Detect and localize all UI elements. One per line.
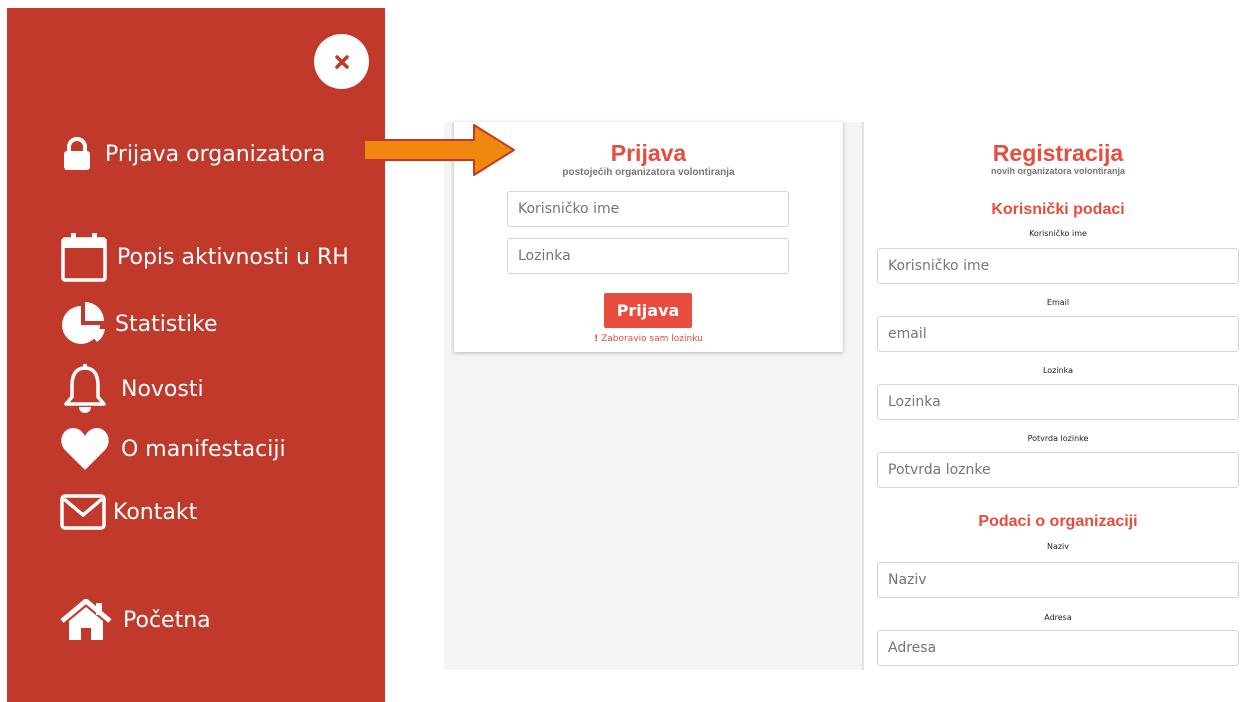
forgot-password-link[interactable]: ! Zaboravio sam lozinku bbox=[454, 334, 843, 344]
sidebar-item-statistike[interactable]: Statistike bbox=[59, 302, 218, 346]
sidebar-item-label: Novosti bbox=[121, 376, 204, 402]
home-icon bbox=[59, 598, 113, 642]
sidebar-menu: Prijava organizatora Popis aktivnosti u … bbox=[7, 8, 385, 702]
reg-org-name-input[interactable] bbox=[877, 562, 1239, 598]
login-username-input[interactable] bbox=[507, 191, 789, 227]
username-label: Korisničko ime bbox=[1029, 229, 1087, 238]
user-data-heading: Korisnički podaci bbox=[991, 201, 1125, 218]
sidebar-item-o-manifestaciji[interactable]: O manifestaciji bbox=[59, 426, 286, 472]
registration-subtitle: novih organizatora volontiranja bbox=[990, 166, 1125, 176]
sidebar-item-pocetna[interactable]: Početna bbox=[59, 598, 211, 642]
reg-password-confirm-input[interactable] bbox=[877, 452, 1239, 488]
close-menu-button[interactable] bbox=[314, 34, 369, 89]
sidebar-item-label: Kontakt bbox=[113, 499, 198, 525]
registration-title: Registracija bbox=[992, 140, 1124, 166]
sidebar-item-label: Statistike bbox=[115, 311, 218, 337]
reg-password-input[interactable] bbox=[877, 384, 1239, 420]
reg-username-input[interactable] bbox=[877, 248, 1239, 284]
bell-icon bbox=[59, 364, 111, 414]
login-password-input[interactable] bbox=[507, 238, 789, 274]
email-label: Email bbox=[1046, 298, 1070, 307]
close-icon bbox=[334, 54, 349, 69]
sidebar-item-label: Prijava organizatora bbox=[105, 141, 326, 167]
sidebar-item-kontakt[interactable]: Kontakt bbox=[59, 492, 197, 532]
panel-divider bbox=[862, 122, 864, 670]
sidebar-item-label: Popis aktivnosti u RH bbox=[117, 244, 349, 270]
calendar-icon bbox=[59, 230, 109, 284]
org-name-label: Naziv bbox=[1046, 542, 1070, 551]
envelope-icon bbox=[59, 492, 107, 532]
lock-icon bbox=[59, 136, 95, 172]
org-address-label: Adresa bbox=[1044, 613, 1072, 622]
reg-org-address-input[interactable] bbox=[877, 630, 1239, 666]
organization-data-heading: Podaci o organizaciji bbox=[978, 513, 1138, 530]
login-button[interactable]: Prijava bbox=[604, 293, 692, 328]
sidebar-item-label: O manifestaciji bbox=[121, 436, 286, 462]
forgot-password-label: Zaboravio sam lozinku bbox=[601, 334, 703, 344]
reg-email-input[interactable] bbox=[877, 316, 1239, 352]
password-label: Lozinka bbox=[1042, 366, 1074, 375]
password-confirm-label: Potvrda lozinke bbox=[1027, 434, 1089, 443]
heart-icon bbox=[59, 426, 111, 472]
sidebar-item-popis-aktivnosti[interactable]: Popis aktivnosti u RH bbox=[59, 230, 349, 284]
forgot-alert-mark: ! bbox=[594, 334, 599, 344]
sidebar-item-prijava-organizatora[interactable]: Prijava organizatora bbox=[59, 136, 325, 172]
sidebar-item-novosti[interactable]: Novosti bbox=[59, 364, 204, 414]
pie-chart-icon bbox=[59, 302, 109, 346]
arrow-pointer-icon bbox=[363, 124, 515, 176]
sidebar-item-label: Početna bbox=[123, 607, 211, 633]
